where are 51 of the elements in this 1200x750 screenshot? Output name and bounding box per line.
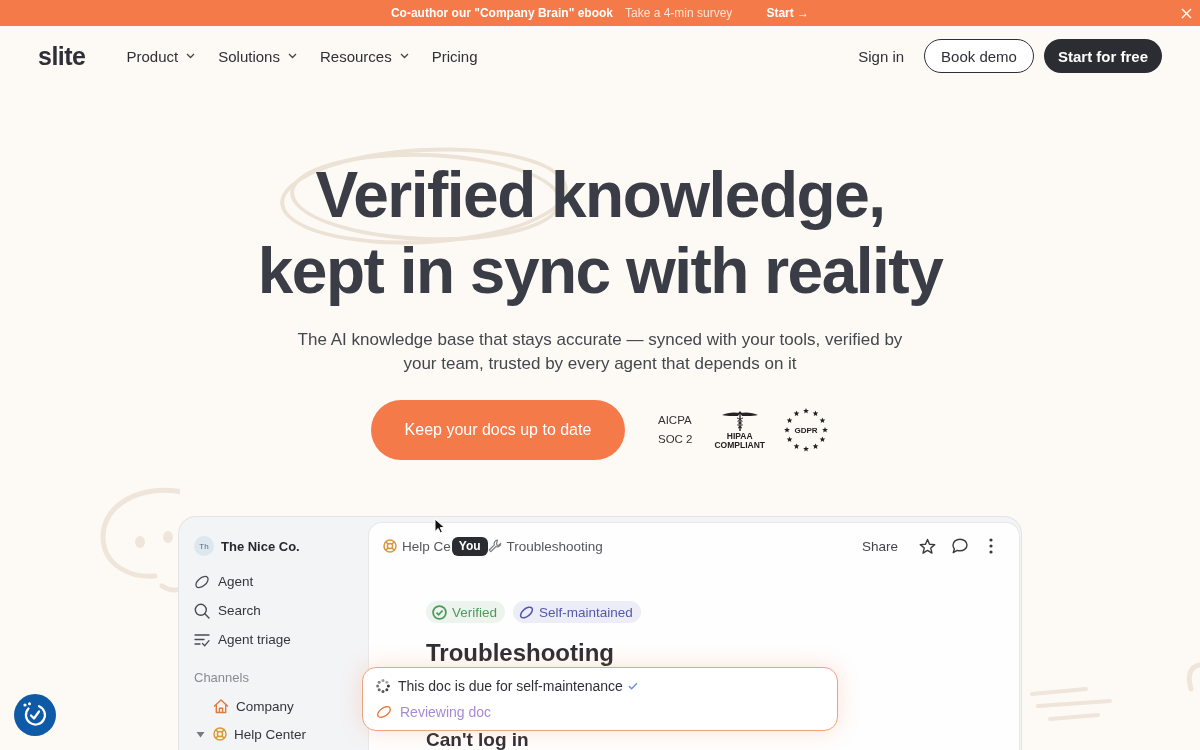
sidebar-item[interactable]: Search (194, 596, 261, 625)
start-free-button[interactable]: Start for free (1043, 39, 1162, 73)
certification-label: HIPAA COMPLIANT (714, 431, 765, 450)
sidebar-item[interactable]: Agent (194, 567, 254, 596)
loop-icon (376, 704, 392, 720)
announcement-headline: Co-author our "Company Brain" ebook (390, 6, 613, 20)
accessibility-icon (22, 702, 48, 728)
star-icon[interactable] (919, 537, 936, 555)
nav-menu-item[interactable]: Resources (319, 47, 409, 65)
workspace-name[interactable]: The Nice Co. (221, 538, 300, 554)
document-title: Troubleshooting (426, 640, 614, 666)
breadcrumb-item[interactable]: Troubleshooting (487, 538, 603, 554)
lifebuoy-icon (383, 539, 397, 553)
channel-item[interactable]: Company (213, 698, 294, 714)
status-text: Reviewing doc (400, 704, 492, 720)
loop-icon (194, 573, 210, 590)
certification-label: GDPR (794, 425, 818, 435)
spinner-icon (376, 679, 390, 693)
sidebar-item[interactable]: Agent triage (194, 625, 291, 654)
section-label: Channels (194, 669, 249, 687)
caret-down-icon[interactable] (196, 730, 205, 738)
comment-icon[interactable] (952, 538, 968, 554)
list-check-icon (194, 632, 210, 647)
arc-drawing (1184, 662, 1200, 692)
announcement-text: Take a 4-min survey (625, 6, 733, 20)
logo[interactable]: slite (38, 41, 86, 71)
search-icon (194, 602, 210, 619)
close-icon[interactable] (1181, 7, 1192, 19)
house-icon (213, 698, 229, 714)
wrench-icon (487, 539, 502, 553)
breadcrumb-item[interactable]: Help Ce (383, 538, 451, 554)
lifebuoy-icon (213, 727, 227, 741)
hero-subtitle: The AI knowledge base that stays accurate — synced with your tools, verified by your team, trusted by every agent that depends on it (296, 329, 904, 375)
book-demo-button[interactable]: Book demo (924, 39, 1034, 73)
status-text: This doc is due for self-maintenance (398, 678, 623, 694)
document-heading: Can't log in (426, 731, 529, 749)
workspace-avatar[interactable]: Th (194, 536, 214, 556)
status-tag: Self-maintained (513, 601, 641, 623)
status-tag: Verified (426, 601, 506, 623)
star-ring-icon (783, 407, 829, 453)
nav-menu-item[interactable]: Pricing (431, 47, 478, 65)
user-tooltip: You (451, 536, 488, 556)
accessibility-button[interactable] (14, 694, 56, 736)
share-button[interactable]: Share (861, 538, 898, 554)
caduceus-icon (720, 410, 759, 431)
nav-menu-item[interactable]: Product (126, 47, 196, 65)
more-icon[interactable] (989, 538, 993, 554)
nav-menu-item[interactable]: Solutions (218, 47, 297, 65)
sign-in-link[interactable]: Sign in (858, 47, 905, 65)
certification-label: AICPA SOC 2 (657, 413, 693, 447)
channel-item[interactable]: Help Center (213, 726, 307, 742)
